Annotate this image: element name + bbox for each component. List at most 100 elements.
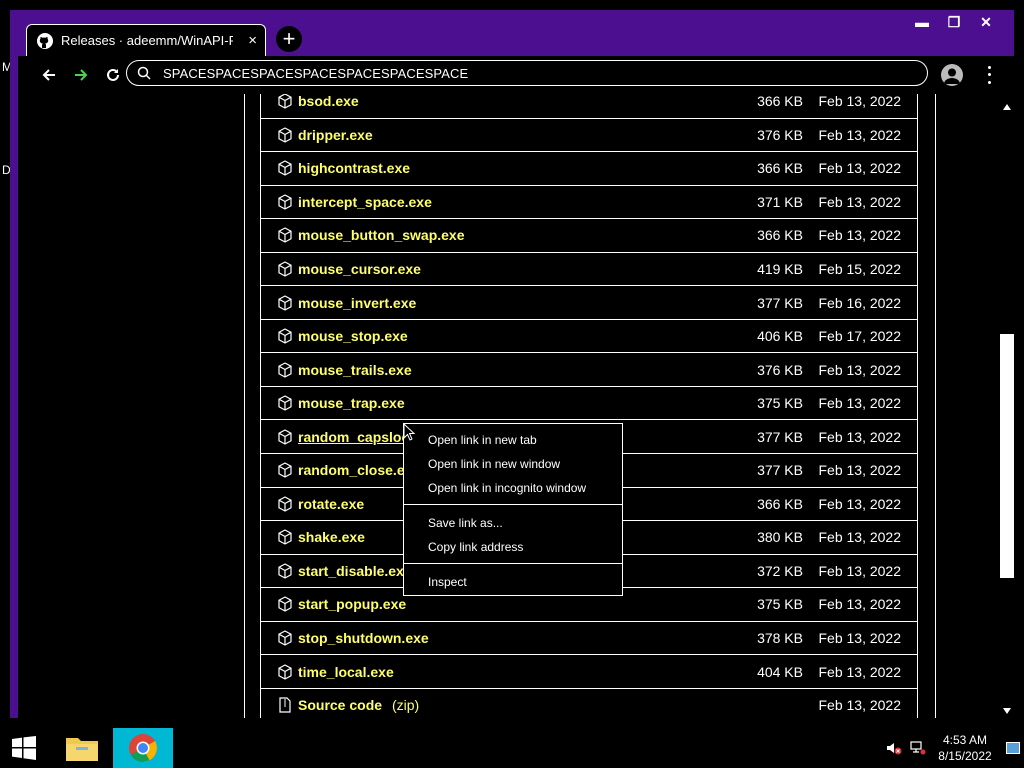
asset-size: 375 KB <box>757 395 803 412</box>
chrome-button[interactable] <box>113 728 173 768</box>
asset-link[interactable]: intercept_space.exe <box>298 194 432 210</box>
clock-date: 8/15/2022 <box>938 749 992 763</box>
address-bar[interactable]: SPACESPACESPACESPACESPACESPACESPACE <box>126 60 928 86</box>
asset-link[interactable]: Source code <box>298 697 382 713</box>
asset-link[interactable]: rotate.exe <box>298 496 364 512</box>
asset-link[interactable]: time_local.exe <box>298 664 394 680</box>
asset-date: Feb 13, 2022 <box>818 663 901 680</box>
asset-date: Feb 13, 2022 <box>818 361 901 378</box>
action-center-icon[interactable] <box>1006 742 1020 754</box>
github-icon <box>37 32 53 49</box>
browser-tab[interactable]: Releases · adeemm/WinAPI-Fun × <box>26 24 266 56</box>
file-explorer-button[interactable] <box>52 728 112 768</box>
asset-link[interactable]: mouse_button_swap.exe <box>298 227 465 243</box>
asset-link[interactable]: start_popup.exe <box>298 596 406 612</box>
package-icon <box>277 160 293 177</box>
asset-size: 366 KB <box>757 160 803 177</box>
maximize-button[interactable]: ❐ <box>938 12 970 32</box>
asset-size: 380 KB <box>757 529 803 546</box>
asset-link[interactable]: stop_shutdown.exe <box>298 630 429 646</box>
asset-date: Feb 13, 2022 <box>818 462 901 479</box>
package-icon <box>277 294 293 311</box>
asset-link[interactable]: mouse_stop.exe <box>298 328 408 344</box>
windows-logo-icon <box>12 736 36 760</box>
asset-link[interactable]: highcontrast.exe <box>298 160 410 176</box>
scroll-up-arrow[interactable] <box>1003 104 1011 110</box>
package-icon <box>277 395 293 411</box>
package-icon <box>277 596 293 613</box>
search-icon <box>137 66 151 80</box>
asset-link[interactable]: mouse_trails.exe <box>298 362 412 378</box>
menu-inspect[interactable]: Inspect <box>428 575 467 589</box>
asset-date: Feb 13, 2022 <box>818 126 901 143</box>
start-button[interactable] <box>0 728 48 768</box>
asset-link[interactable]: shake.exe <box>298 529 365 545</box>
reload-icon <box>107 68 119 81</box>
scroll-down-arrow[interactable] <box>1003 708 1011 714</box>
menu-open-new-window[interactable]: Open link in new window <box>428 457 560 471</box>
asset-date: Feb 13, 2022 <box>818 428 901 445</box>
package-icon <box>277 630 293 646</box>
menu-save-link-as[interactable]: Save link as... <box>428 516 503 530</box>
asset-size: 366 KB <box>757 495 803 512</box>
asset-date: Feb 13, 2022 <box>818 495 901 512</box>
asset-size: 377 KB <box>757 462 803 479</box>
volume-muted-icon <box>887 743 902 755</box>
network-button[interactable] <box>908 728 928 768</box>
asset-link[interactable]: mouse_cursor.exe <box>298 261 421 277</box>
minimize-button[interactable]: ▬ <box>906 12 938 32</box>
profile-button[interactable] <box>941 64 963 86</box>
back-button[interactable] <box>38 64 60 86</box>
asset-size: 366 KB <box>757 94 803 110</box>
asset-date: Feb 13, 2022 <box>818 529 901 546</box>
asset-date: Feb 15, 2022 <box>818 261 901 277</box>
new-tab-button[interactable]: + <box>276 26 302 52</box>
scrollbar-thumb[interactable] <box>1000 334 1014 578</box>
asset-size: 406 KB <box>757 328 803 345</box>
asset-date: Feb 17, 2022 <box>818 328 901 345</box>
tab-close-icon[interactable]: × <box>248 32 257 49</box>
package-icon <box>277 127 293 143</box>
divider <box>244 94 245 718</box>
window-controls: ▬ ❐ ✕ <box>906 12 1002 32</box>
asset-date: Feb 13, 2022 <box>818 696 901 713</box>
asset-size: 377 KB <box>757 294 803 311</box>
asset-size: 419 KB <box>757 261 803 277</box>
asset-link[interactable]: start_disable.exe <box>298 563 412 579</box>
asset-size: 375 KB <box>757 596 803 613</box>
asset-row: time_local.exe 404 KB Feb 13, 2022 <box>260 654 918 688</box>
menu-open-new-tab[interactable]: Open link in new tab <box>428 433 537 447</box>
close-window-button[interactable]: ✕ <box>970 12 1002 32</box>
package-icon <box>277 563 293 579</box>
package-icon <box>277 94 293 109</box>
asset-size: 366 KB <box>757 227 803 244</box>
asset-link[interactable]: mouse_trap.exe <box>298 395 405 411</box>
asset-link[interactable]: random_close.exe <box>298 462 420 478</box>
asset-size: 371 KB <box>757 193 803 210</box>
clock[interactable]: 4:53 AM 8/15/2022 <box>930 732 1000 764</box>
chrome-icon <box>129 734 157 762</box>
menu-copy-link-address[interactable]: Copy link address <box>428 540 523 554</box>
browser-menu-button[interactable] <box>984 64 994 86</box>
package-icon <box>277 261 293 277</box>
forward-button[interactable] <box>70 64 92 86</box>
asset-link[interactable]: dripper.exe <box>298 127 373 143</box>
asset-row: stop_shutdown.exe 378 KB Feb 13, 2022 <box>260 620 918 655</box>
asset-link[interactable]: mouse_invert.exe <box>298 295 416 311</box>
asset-size: 404 KB <box>757 663 803 680</box>
reload-button[interactable] <box>102 64 124 86</box>
asset-row: bsod.exe 366 KB Feb 13, 2022 <box>260 94 918 118</box>
package-icon <box>277 328 293 344</box>
menu-open-incognito[interactable]: Open link in incognito window <box>428 481 586 495</box>
arrow-right-icon <box>75 69 88 81</box>
tab-title: Releases · adeemm/WinAPI-Fun <box>61 33 233 48</box>
asset-row: mouse_cursor.exe 419 KB Feb 15, 2022 <box>260 251 918 286</box>
asset-date: Feb 13, 2022 <box>818 596 901 613</box>
asset-date: Feb 13, 2022 <box>818 227 901 244</box>
browser-window: ▬ ❐ ✕ Releases · adeemm/WinAPI-Fun × + S… <box>10 10 1014 718</box>
asset-link[interactable]: bsod.exe <box>298 94 359 109</box>
package-icon <box>277 361 293 378</box>
asset-row: mouse_invert.exe 377 KB Feb 16, 2022 <box>260 285 918 319</box>
asset-date: Feb 13, 2022 <box>818 395 901 412</box>
volume-button[interactable] <box>884 728 904 768</box>
